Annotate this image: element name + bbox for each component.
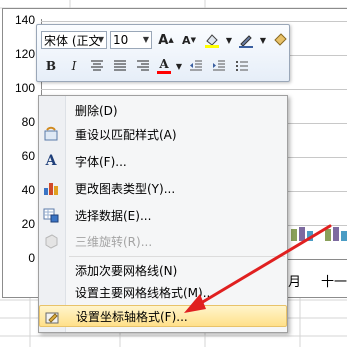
red-arrow-annotation: [184, 224, 332, 313]
